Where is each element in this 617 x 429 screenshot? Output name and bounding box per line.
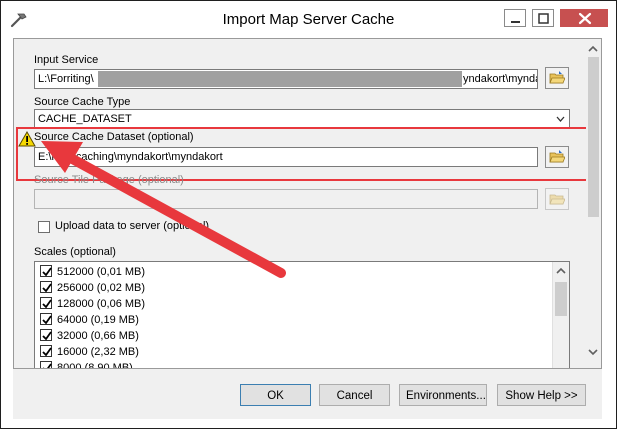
scale-checkbox[interactable] bbox=[40, 313, 52, 325]
scale-label: 8000 (8,90 MB) bbox=[57, 362, 133, 369]
scroll-up-icon[interactable] bbox=[587, 43, 599, 55]
checkmark-icon bbox=[42, 267, 52, 277]
dialog-scrollbar[interactable] bbox=[586, 39, 601, 368]
source-cache-dataset-label: Source Cache Dataset (optional) bbox=[34, 131, 194, 143]
scale-label: 64000 (0,19 MB) bbox=[57, 314, 139, 326]
scales-scrollbar[interactable] bbox=[552, 262, 569, 368]
redacted-path bbox=[98, 71, 462, 87]
button-bar: OK Cancel Environments... Show Help >> bbox=[13, 369, 602, 419]
open-folder-icon bbox=[549, 150, 565, 163]
upload-data-checkbox[interactable] bbox=[38, 221, 50, 233]
scale-label: 32000 (0,66 MB) bbox=[57, 330, 139, 342]
close-icon bbox=[578, 12, 592, 25]
scale-checkbox[interactable] bbox=[40, 361, 52, 368]
dialog-content: Input Service L:\Forriting\ yndakort\myn… bbox=[13, 38, 602, 369]
scale-label: 512000 (0,01 MB) bbox=[57, 266, 146, 278]
checkmark-icon bbox=[42, 331, 52, 341]
scale-checkbox[interactable] bbox=[40, 281, 52, 293]
scale-label: 256000 (0,02 MB) bbox=[57, 282, 146, 294]
checkmark-icon bbox=[42, 347, 52, 357]
maximize-icon bbox=[538, 13, 549, 24]
source-tile-package-field[interactable] bbox=[34, 189, 538, 209]
scroll-up-icon[interactable] bbox=[555, 265, 567, 277]
input-service-browse-button[interactable] bbox=[545, 67, 569, 89]
show-help-button[interactable]: Show Help >> bbox=[497, 384, 586, 406]
scale-label: 16000 (2,32 MB) bbox=[57, 346, 139, 358]
scale-checkbox[interactable] bbox=[40, 345, 52, 357]
ok-button[interactable]: OK bbox=[240, 384, 311, 406]
source-cache-dataset-browse-button[interactable] bbox=[545, 146, 569, 168]
scale-checkbox[interactable] bbox=[40, 329, 52, 341]
open-folder-icon bbox=[549, 71, 565, 84]
scale-checkbox[interactable] bbox=[40, 265, 52, 277]
source-cache-type-label: Source Cache Type bbox=[34, 96, 131, 108]
input-service-field[interactable]: L:\Forriting\ yndakort\myndak bbox=[34, 69, 538, 89]
input-service-value-start: L:\Forriting\ bbox=[38, 73, 94, 85]
maximize-button[interactable] bbox=[532, 9, 554, 27]
source-cache-dataset-field[interactable]: E:\map\caching\myndakort\myndakort bbox=[34, 147, 538, 167]
close-button[interactable] bbox=[560, 9, 608, 27]
scales-label: Scales (optional) bbox=[34, 246, 116, 258]
upload-data-label: Upload data to server (optional) bbox=[55, 220, 210, 232]
input-service-label: Input Service bbox=[34, 54, 99, 66]
checkmark-icon bbox=[43, 363, 52, 368]
title-bar[interactable]: Import Map Server Cache bbox=[1, 1, 616, 39]
scales-list[interactable]: 512000 (0,01 MB) 256000 (0,02 MB) 128000… bbox=[34, 261, 570, 369]
cancel-button[interactable]: Cancel bbox=[319, 384, 390, 406]
source-cache-type-value: CACHE_DATASET bbox=[38, 113, 132, 125]
source-tile-package-label: Source Tile Package (optional) bbox=[34, 174, 184, 186]
scales-scrollbar-thumb[interactable] bbox=[555, 282, 567, 316]
minimize-button[interactable] bbox=[504, 9, 526, 27]
source-cache-dataset-drive: E: bbox=[38, 151, 49, 163]
dialog-window: Import Map Server Cache Input Service L:… bbox=[0, 0, 617, 429]
dialog-scrollbar-thumb[interactable] bbox=[588, 57, 599, 217]
environments-button[interactable]: Environments... bbox=[399, 384, 487, 406]
minimize-icon bbox=[511, 21, 520, 23]
scale-checkbox[interactable] bbox=[40, 297, 52, 309]
scroll-down-icon[interactable] bbox=[587, 346, 599, 358]
source-cache-dataset-value: \map\caching\myndakort\myndakort bbox=[48, 151, 223, 163]
source-cache-type-select[interactable]: CACHE_DATASET bbox=[34, 109, 570, 129]
checkmark-icon bbox=[42, 315, 52, 325]
checkmark-icon bbox=[42, 283, 52, 293]
input-service-value-end: yndakort\myndak bbox=[463, 73, 537, 85]
source-tile-package-browse-button[interactable] bbox=[545, 188, 569, 210]
checkmark-icon bbox=[42, 299, 52, 309]
scale-label: 128000 (0,06 MB) bbox=[57, 298, 146, 310]
chevron-down-icon bbox=[556, 116, 565, 122]
open-folder-icon bbox=[549, 194, 565, 205]
